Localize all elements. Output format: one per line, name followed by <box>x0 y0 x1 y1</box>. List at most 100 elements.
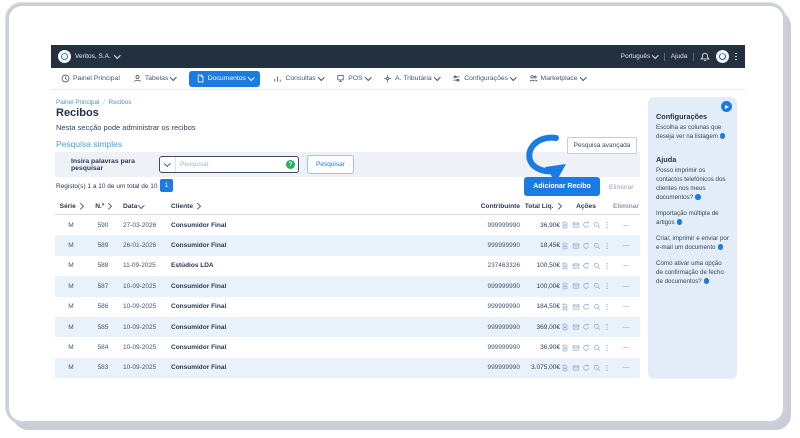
refresh-icon[interactable] <box>582 364 590 372</box>
notifications-bell-icon[interactable] <box>700 52 711 62</box>
row-actions <box>560 262 612 270</box>
info-icon[interactable] <box>676 219 683 225</box>
cell-eliminar[interactable]: — <box>612 262 640 269</box>
cell-eliminar[interactable]: — <box>612 344 640 351</box>
column-header-cliente[interactable]: Cliente <box>167 203 450 210</box>
main-nav: Painel Principal Tabelas Documentos Cons… <box>51 68 745 90</box>
email-icon[interactable] <box>572 323 580 331</box>
email-icon[interactable] <box>572 262 580 270</box>
help-link-multi-import[interactable]: Importação múltipla de artigos <box>656 210 729 228</box>
email-icon[interactable] <box>572 242 580 250</box>
nav-item-a-tributaria[interactable]: A. Tributária <box>383 74 441 83</box>
refresh-icon[interactable] <box>582 221 590 229</box>
nav-item-configuracoes[interactable]: Configurações <box>452 74 517 83</box>
refresh-icon[interactable] <box>582 344 590 352</box>
cell-eliminar[interactable]: — <box>612 242 640 249</box>
nav-item-painel-principal[interactable]: Painel Principal <box>61 74 120 83</box>
more-actions-icon[interactable] <box>603 303 611 311</box>
cell-serie: M <box>68 344 74 352</box>
cell-eliminar[interactable]: — <box>612 324 640 331</box>
magnifier-icon[interactable] <box>593 221 601 229</box>
info-icon[interactable] <box>695 194 701 200</box>
table-row[interactable]: M 585 10-09-2025 Consumidor Final 999999… <box>55 316 640 338</box>
info-icon[interactable] <box>717 244 723 250</box>
more-actions-icon[interactable] <box>603 323 611 331</box>
document-icon[interactable] <box>561 221 569 229</box>
document-icon[interactable] <box>561 323 569 331</box>
magnifier-icon[interactable] <box>593 364 601 372</box>
table-row[interactable]: M 590 27-03-2026 Consumidor Final 999999… <box>55 215 640 235</box>
magnifier-icon[interactable] <box>593 303 601 311</box>
more-actions-icon[interactable] <box>603 282 611 290</box>
info-icon[interactable] <box>719 133 726 139</box>
help-link-close-confirmation[interactable]: Como ativar uma opção de confirmação de … <box>656 260 729 287</box>
delete-link[interactable]: Eliminar <box>609 184 634 191</box>
nav-item-consultas[interactable]: Consultas <box>273 74 325 83</box>
nav-item-marketplace[interactable]: Marketplace <box>529 74 586 83</box>
language-selector[interactable]: Português <box>621 52 659 60</box>
cell-eliminar[interactable]: — <box>612 283 640 290</box>
more-actions-icon[interactable] <box>603 364 611 372</box>
play-button[interactable] <box>721 101 732 112</box>
refresh-icon[interactable] <box>582 282 590 290</box>
table-row[interactable]: M 587 10-09-2025 Consumidor Final 999999… <box>55 276 640 297</box>
document-icon[interactable] <box>561 364 569 372</box>
sidebar-config-text[interactable]: Escolha as colunas que deseja ver na lis… <box>656 124 729 142</box>
pagination-page-1[interactable]: 1 <box>160 179 173 192</box>
magnifier-icon[interactable] <box>593 242 601 250</box>
table-row[interactable]: M 583 10-09-2025 Consumidor Final 999999… <box>55 357 640 379</box>
nav-item-documentos[interactable]: Documentos <box>188 70 261 87</box>
email-icon[interactable] <box>572 221 580 229</box>
refresh-icon[interactable] <box>582 323 590 331</box>
cell-eliminar[interactable]: — <box>612 364 640 371</box>
email-icon[interactable] <box>572 344 580 352</box>
refresh-icon[interactable] <box>582 242 590 250</box>
advanced-search-button[interactable]: Pesquisa avançada <box>567 137 637 154</box>
nav-item-tabelas[interactable]: Tabelas <box>133 74 177 83</box>
nav-item-pos[interactable]: POS <box>336 74 371 83</box>
email-icon[interactable] <box>572 282 580 290</box>
email-icon[interactable] <box>572 364 580 372</box>
search-help-icon[interactable]: ? <box>286 160 295 169</box>
document-icon[interactable] <box>561 242 569 250</box>
table-row[interactable]: M 589 26-01-2026 Consumidor Final 999999… <box>55 235 640 256</box>
help-link-create-print-email[interactable]: Criar, imprimir e enviar por e-mail um d… <box>656 235 729 253</box>
help-link-print-contacts[interactable]: Posso imprimir os contactos telefónicos … <box>656 167 729 203</box>
info-icon[interactable] <box>703 278 710 284</box>
email-icon[interactable] <box>572 303 580 311</box>
magnifier-icon[interactable] <box>593 323 601 331</box>
magnifier-icon[interactable] <box>593 262 601 270</box>
document-icon[interactable] <box>561 344 569 352</box>
breadcrumb-recibos[interactable]: Recibos <box>109 99 132 106</box>
refresh-icon[interactable] <box>582 303 590 311</box>
search-button[interactable]: Pesquisar <box>307 155 354 174</box>
document-icon[interactable] <box>561 282 569 290</box>
more-actions-icon[interactable] <box>603 242 611 250</box>
more-menu-icon[interactable] <box>735 52 737 61</box>
column-header-numero[interactable]: N.º <box>87 203 119 210</box>
table-row[interactable]: M 588 11-09-2025 Estúdios LDA 237463326 … <box>55 256 640 276</box>
add-receipt-button[interactable]: Adicionar Recibo <box>524 177 600 196</box>
search-input[interactable] <box>176 161 286 168</box>
search-field-dropdown[interactable] <box>160 157 176 172</box>
user-avatar[interactable] <box>716 50 730 63</box>
cell-eliminar[interactable]: — <box>612 222 640 229</box>
more-actions-icon[interactable] <box>603 221 611 229</box>
document-icon[interactable] <box>561 262 569 270</box>
magnifier-icon[interactable] <box>593 282 601 290</box>
magnifier-icon[interactable] <box>593 344 601 352</box>
column-header-total[interactable]: Total Líq. <box>522 203 561 210</box>
refresh-icon[interactable] <box>582 262 590 270</box>
help-link[interactable]: Ajuda <box>671 53 688 60</box>
company-menu[interactable]: Veritos, S.A. <box>58 50 121 63</box>
more-actions-icon[interactable] <box>603 344 611 352</box>
breadcrumb-painel-principal[interactable]: Painel Principal <box>56 99 99 106</box>
cell-contribuinte: 999999990 <box>487 323 520 331</box>
column-header-serie[interactable]: Série <box>55 203 87 210</box>
column-header-data[interactable]: Data <box>119 201 167 210</box>
cell-eliminar[interactable]: — <box>612 303 640 310</box>
table-row[interactable]: M 584 10-09-2025 Consumidor Final 999999… <box>55 337 640 357</box>
more-actions-icon[interactable] <box>603 262 611 270</box>
document-icon[interactable] <box>561 303 569 311</box>
table-row[interactable]: M 586 10-09-2025 Consumidor Final 999999… <box>55 297 640 317</box>
